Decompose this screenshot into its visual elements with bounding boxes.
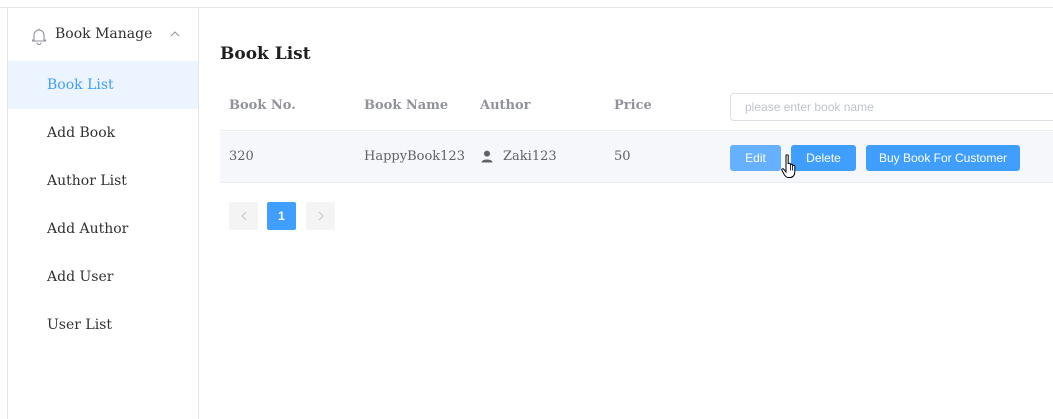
delete-button[interactable]: Delete (791, 145, 856, 171)
cell-price: 50 (614, 149, 631, 164)
sidebar-item-user-list[interactable]: User List (8, 301, 198, 349)
column-header-author: Author (480, 98, 531, 113)
submenu-book-manage[interactable]: Book Manage (8, 8, 198, 61)
buy-book-button[interactable]: Buy Book For Customer (866, 145, 1020, 171)
page-title: Book List (220, 44, 311, 64)
submenu-title: Book Manage (55, 26, 153, 42)
chevron-right-icon (318, 211, 324, 221)
cell-book-no: 320 (229, 149, 254, 164)
sidebar-item-add-author[interactable]: Add Author (8, 205, 198, 253)
sidebar-item-book-list[interactable]: Book List (8, 61, 198, 109)
column-header-book-name: Book Name (364, 98, 449, 113)
page-number-button[interactable]: 1 (267, 202, 296, 230)
hand-cursor-icon (781, 154, 796, 178)
cell-book-name: HappyBook123 (364, 149, 465, 164)
sidebar: Book Manage Book List Add Book Author Li… (7, 8, 199, 419)
bell-icon (31, 28, 47, 45)
next-page-button[interactable] (306, 202, 335, 230)
column-header-price: Price (614, 98, 652, 113)
prev-page-button[interactable] (229, 202, 258, 230)
chevron-up-icon[interactable] (170, 30, 180, 38)
sidebar-item-add-book[interactable]: Add Book (8, 109, 198, 157)
sidebar-item-author-list[interactable]: Author List (8, 157, 198, 205)
user-icon (481, 150, 493, 163)
table-row: 320 HappyBook123 Zaki123 50 Edit Delete … (220, 132, 1053, 183)
sidebar-item-add-user[interactable]: Add User (8, 253, 198, 301)
chevron-left-icon (240, 211, 246, 221)
column-header-book-no: Book No. (229, 98, 296, 113)
search-input[interactable] (730, 93, 1053, 121)
table-header: Book No. Book Name Author Price (220, 82, 1053, 131)
edit-button[interactable]: Edit (730, 145, 781, 171)
cell-author: Zaki123 (503, 149, 557, 164)
